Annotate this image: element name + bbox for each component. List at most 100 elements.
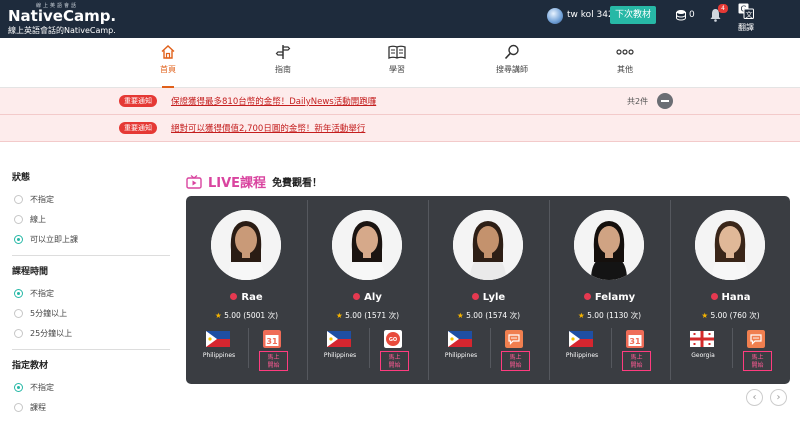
notice-link-1[interactable]: 保證獲得最多810台幣的金幣！DailyNews活動開跑囉	[171, 95, 376, 107]
option-label: 可以立即上課	[30, 234, 78, 244]
nav-study[interactable]: 學習	[367, 44, 427, 75]
radio-button[interactable]	[14, 328, 23, 338]
card-divider	[428, 200, 429, 380]
nav-guide[interactable]: 指南	[253, 44, 313, 75]
material-option[interactable]: 不指定	[14, 377, 170, 397]
teacher-portrait-icon	[453, 210, 523, 280]
start-now-button[interactable]: 馬上 開始	[743, 351, 772, 371]
teacher-country: Philippines	[202, 352, 236, 359]
teacher-name[interactable]: Lyle	[428, 292, 549, 303]
nav-search-teacher-label: 搜尋講師	[496, 65, 528, 74]
teacher-name[interactable]: Rae	[186, 292, 307, 303]
nav-home-label: 首頁	[160, 65, 176, 74]
philippines-flag-icon	[206, 331, 230, 347]
teacher-card[interactable]: Rae ★ 5.00 (5001 次) Philippines 31 馬上 開始	[186, 196, 307, 384]
status-option[interactable]: 線上	[14, 209, 170, 229]
important-tag: 重要通知	[119, 95, 157, 107]
teacher-name[interactable]: Felamy	[549, 292, 670, 303]
teacher-card[interactable]: Lyle ★ 5.00 (1574 次) Philippines 馬上 開始	[428, 196, 549, 384]
logo[interactable]: NativeCamp.	[8, 7, 116, 25]
home-icon	[161, 45, 175, 59]
star-icon: ★	[214, 311, 222, 320]
start-label-1: 馬上	[751, 354, 764, 361]
filter-status-title: 狀態	[12, 173, 31, 183]
star-icon: ★	[456, 311, 464, 320]
tv-play-icon	[186, 174, 202, 189]
status-option[interactable]: 可以立即上課	[14, 229, 170, 249]
book-icon	[388, 45, 406, 59]
radio-button[interactable]	[14, 194, 23, 204]
coin-icon[interactable]	[676, 9, 686, 21]
next-arrow-button[interactable]: ›	[770, 389, 787, 406]
top-bar: 線上英語會話 NativeCamp. 線上英語會話的NativeCamp. tw…	[0, 0, 800, 38]
prev-arrow-button[interactable]: ‹	[746, 389, 763, 406]
live-title: LIVE課程	[208, 176, 267, 191]
start-label-1: 馬上	[388, 354, 401, 361]
start-label-1: 馬上	[630, 354, 643, 361]
user-name[interactable]: tw kol 342	[567, 10, 614, 20]
teacher-photo[interactable]	[211, 210, 281, 280]
teacher-photo[interactable]	[695, 210, 765, 280]
start-label-1: 馬上	[509, 354, 522, 361]
radio-button-selected[interactable]	[14, 234, 23, 244]
translate-label[interactable]: 翻譯	[738, 22, 754, 33]
online-status-dot	[230, 293, 238, 300]
teacher-card[interactable]: Felamy ★ 5.00 (1130 次) Philippines 31 馬上 開始	[549, 196, 670, 384]
teacher-photo[interactable]	[453, 210, 523, 280]
teacher-name[interactable]: Aly	[307, 292, 428, 303]
rating-text: 5.00 (760 次)	[710, 311, 760, 320]
user-avatar[interactable]	[547, 8, 563, 24]
teacher-name[interactable]: Hana	[670, 292, 791, 303]
start-now-button[interactable]: 馬上 開始	[259, 351, 288, 371]
teacher-card[interactable]: Hana ★ 5.00 (760 次) Georgia 馬上 開始	[670, 196, 791, 384]
chat-icon	[747, 330, 765, 348]
collapse-notices-button[interactable]	[657, 93, 673, 109]
philippines-flag-icon	[327, 331, 351, 347]
filter-material-title: 指定教材	[12, 361, 49, 371]
rating-text: 5.00 (1130 次)	[587, 311, 642, 320]
start-now-button[interactable]: 馬上 開始	[622, 351, 651, 371]
teacher-portrait-icon	[211, 210, 281, 280]
live-lessons-panel: Rae ★ 5.00 (5001 次) Philippines 31 馬上 開始 Aly ★ …	[186, 196, 790, 384]
notice-link-2[interactable]: 絕對可以獲得價值2,700日圓的金幣！新年活動舉行	[171, 122, 365, 134]
teacher-card[interactable]: Aly ★ 5.00 (1571 次) Philippines GO 馬上 開始	[307, 196, 428, 384]
duration-option[interactable]: 5分鐘以上	[14, 303, 170, 323]
svg-text:31: 31	[266, 337, 278, 346]
start-label-2: 開始	[751, 362, 764, 369]
teacher-photo[interactable]	[332, 210, 402, 280]
radio-button[interactable]	[14, 308, 23, 318]
start-now-button[interactable]: 馬上 開始	[501, 351, 530, 371]
filter-duration-title: 課程時間	[12, 267, 49, 277]
material-option[interactable]: 課程	[14, 397, 170, 417]
teacher-name-text: Rae	[241, 292, 263, 303]
duration-option[interactable]: 25分鐘以上	[14, 323, 170, 343]
radio-button-selected[interactable]	[14, 382, 23, 392]
teacher-rating: ★ 5.00 (760 次)	[670, 310, 791, 321]
nav-home[interactable]: 首頁	[138, 44, 198, 75]
start-label-2: 開始	[267, 362, 280, 369]
star-icon: ★	[701, 311, 709, 320]
online-status-dot	[710, 293, 718, 300]
georgia-flag-icon	[690, 331, 714, 347]
svg-text:31: 31	[629, 337, 641, 346]
divider	[12, 255, 170, 256]
nav-search-teacher[interactable]: 搜尋講師	[482, 44, 542, 75]
philippines-flag-icon	[569, 331, 593, 347]
next-material-button[interactable]: 下次教材	[610, 6, 656, 24]
radio-button-selected[interactable]	[14, 288, 23, 298]
nav-more[interactable]: 其他	[595, 44, 655, 75]
status-option[interactable]: 不指定	[14, 189, 170, 209]
start-now-button[interactable]: 馬上 開始	[380, 351, 409, 371]
teacher-photo[interactable]	[574, 210, 644, 280]
online-status-dot	[353, 293, 361, 300]
lets-go-icon: GO	[384, 330, 402, 348]
radio-button[interactable]	[14, 402, 23, 412]
rating-text: 5.00 (1574 次)	[466, 311, 521, 320]
translate-icon[interactable]: G 文	[738, 3, 754, 19]
option-label: 線上	[30, 214, 46, 224]
teacher-country: Georgia	[691, 352, 715, 359]
nav-guide-label: 指南	[275, 65, 291, 74]
duration-option[interactable]: 不指定	[14, 283, 170, 303]
notice-count: 共2件	[627, 97, 649, 106]
radio-button[interactable]	[14, 214, 23, 224]
